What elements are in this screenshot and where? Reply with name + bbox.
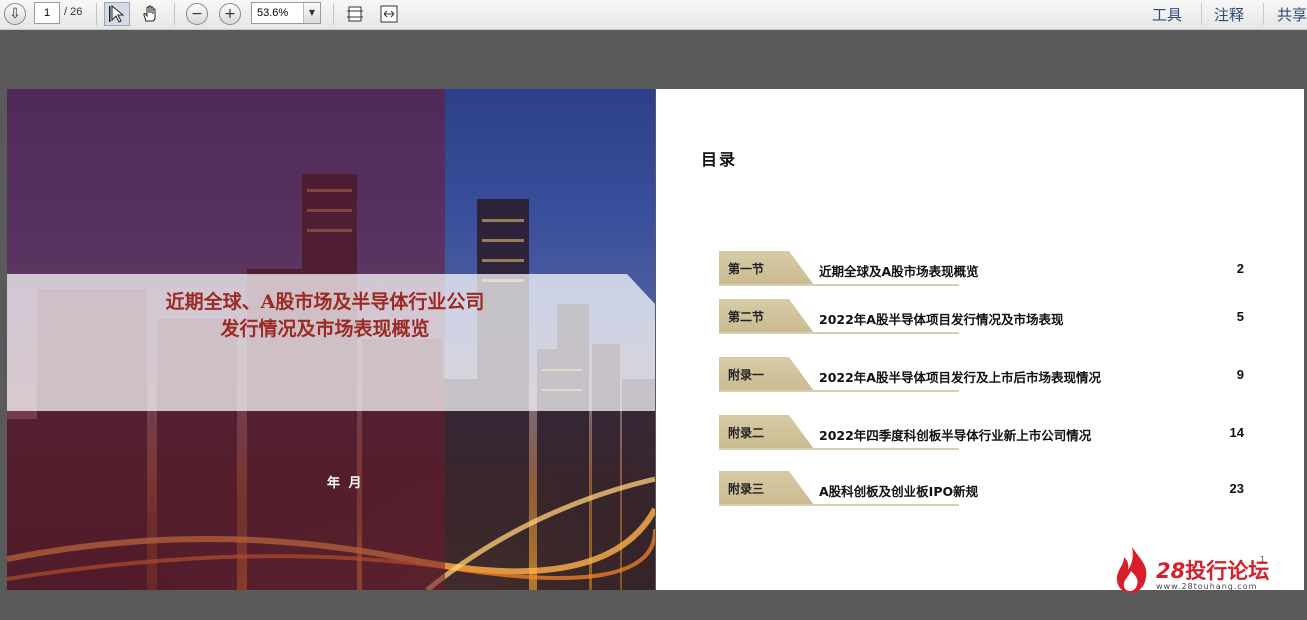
toc-item[interactable]: 第二节 2022年A股半导体项目发行情况及市场表现 5	[719, 299, 1244, 334]
toolbar-divider	[96, 3, 97, 25]
toc-tag-label: 第二节	[728, 310, 765, 324]
toc-tag-label: 附录二	[728, 426, 765, 440]
fit-page-button[interactable]	[344, 2, 366, 26]
share-menu[interactable]: 共享	[1277, 4, 1307, 25]
toc-page-number: 9	[1236, 367, 1244, 382]
hand-tool-button[interactable]	[137, 2, 163, 26]
cover-title-line2: 发行情况及市场表现概览	[220, 318, 430, 340]
cover-page: 近期全球、A股市场及半导体行业公司 发行情况及市场表现概览 年 月	[7, 89, 655, 590]
toc-item[interactable]: 附录三 A股科创板及创业板IPO新规 23	[719, 471, 1244, 506]
toolbar-divider	[174, 3, 175, 25]
zoom-value: 53.6%	[257, 7, 289, 19]
toc-tag-label: 附录三	[728, 482, 765, 496]
zoom-select[interactable]: 53.6% ▼	[251, 2, 321, 24]
cover-title-line1: 近期全球、A股市场及半导体行业公司	[165, 291, 485, 313]
zoom-in-button[interactable]: +	[219, 2, 241, 26]
toc-underline	[719, 284, 959, 286]
plus-icon: +	[219, 3, 241, 25]
cover-date: 年 月	[327, 476, 364, 491]
toc-underline	[719, 448, 959, 450]
toc-underline	[719, 390, 959, 392]
flame-icon	[1116, 547, 1147, 593]
toc-underline	[719, 504, 959, 506]
toolbar-divider	[333, 3, 334, 25]
cover-title: 近期全球、A股市场及半导体行业公司 发行情况及市场表现概览	[125, 289, 525, 343]
tools-menu[interactable]: 工具	[1152, 4, 1182, 25]
cursor-icon	[109, 5, 125, 23]
watermark-name: 28投行论坛	[1156, 555, 1269, 585]
fit-page-icon	[347, 6, 363, 22]
pdf-toolbar: ⇩ 1 / 26 − + 53.6% ▼ 工具 注释 共享	[0, 0, 1307, 30]
toc-tag-label: 第一节	[728, 262, 765, 276]
watermark-name-number: 28	[1156, 559, 1186, 583]
toolbar-divider	[1201, 3, 1202, 25]
page-total-label: / 26	[64, 6, 83, 18]
toolbar-divider	[1263, 3, 1264, 25]
toc-item-title: 2022年A股半导体项目发行情况及市场表现	[819, 312, 1064, 327]
toc-tag-label: 附录一	[728, 368, 765, 382]
watermark-url: www.28touhang.com	[1156, 582, 1258, 591]
toc-underline	[719, 332, 959, 334]
toc-page-number: 5	[1236, 309, 1244, 324]
toc-page-number: 23	[1229, 481, 1244, 496]
toc-item[interactable]: 附录二 2022年四季度科创板半导体行业新上市公司情况 14	[719, 415, 1244, 450]
watermark-name-text: 投行论坛	[1185, 559, 1270, 583]
hand-icon	[143, 5, 156, 22]
toc-title: 目录	[701, 150, 738, 169]
chevron-down-icon[interactable]: ▼	[303, 3, 320, 23]
watermark-logo: 28投行论坛 www.28touhang.com	[1112, 545, 1292, 595]
page-number-input[interactable]: 1	[34, 2, 60, 24]
zoom-out-button[interactable]: −	[186, 2, 208, 26]
toc-page: 目录 第一节 近期全球及A股市场表现概览 2 第二节 2022年A股半导体项目发…	[656, 89, 1304, 590]
toc-item-title: A股科创板及创业板IPO新规	[819, 484, 979, 499]
select-tool-button[interactable]	[104, 2, 130, 26]
toc-item-title: 近期全球及A股市场表现概览	[819, 264, 979, 279]
minus-icon: −	[186, 3, 208, 25]
toc-item-title: 2022年A股半导体项目发行及上市后市场表现情况	[819, 370, 1101, 385]
toc-item[interactable]: 第一节 近期全球及A股市场表现概览 2	[719, 251, 1244, 286]
toc-page-number: 14	[1229, 425, 1244, 440]
arrow-down-icon: ⇩	[4, 3, 26, 25]
download-button[interactable]: ⇩	[4, 2, 26, 26]
toc-item-title: 2022年四季度科创板半导体行业新上市公司情况	[819, 428, 1092, 443]
fit-width-button[interactable]	[378, 2, 400, 26]
fit-width-icon	[380, 5, 398, 23]
toc-item[interactable]: 附录一 2022年A股半导体项目发行及上市后市场表现情况 9	[719, 357, 1244, 392]
toc-page-number: 2	[1236, 261, 1244, 276]
comment-menu[interactable]: 注释	[1214, 4, 1244, 25]
